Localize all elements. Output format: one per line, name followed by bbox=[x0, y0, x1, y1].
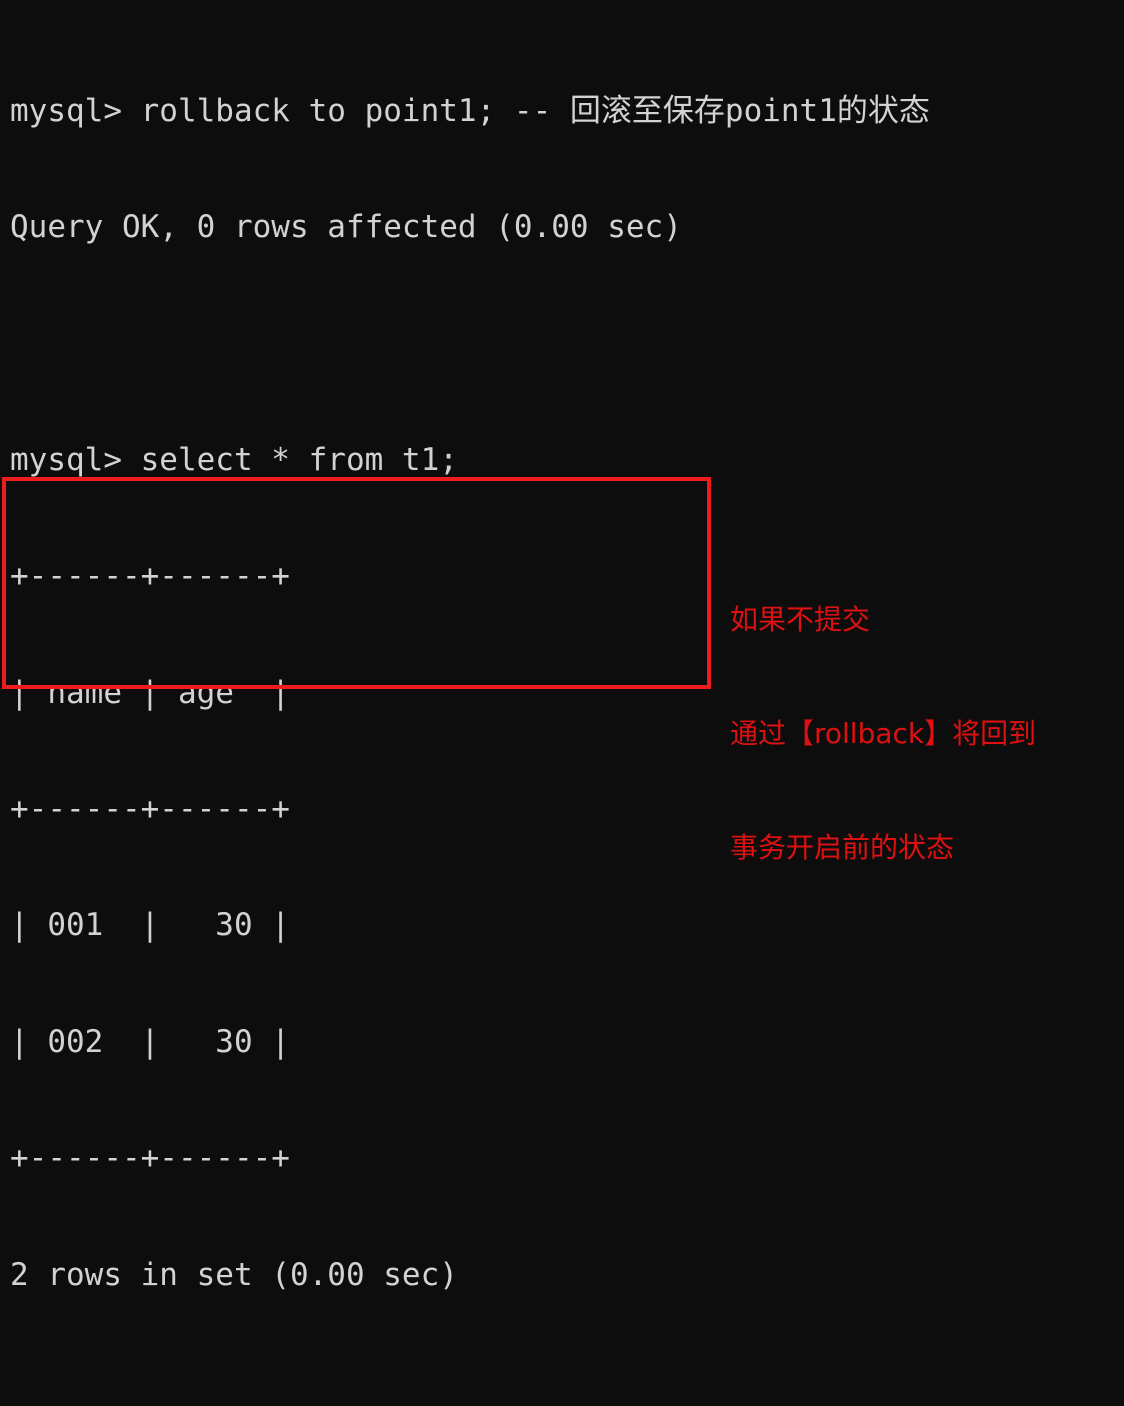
terminal-line-select-1: mysql> select * from t1; bbox=[10, 441, 458, 478]
table-row: | 002 | 30 | bbox=[10, 1023, 290, 1060]
terminal-line-rows-in-set: 2 rows in set (0.00 sec) bbox=[10, 1256, 458, 1293]
terminal-line-blank-1 bbox=[10, 324, 1120, 363]
terminal-line-query-ok-1: Query OK, 0 rows affected (0.00 sec) bbox=[10, 208, 682, 245]
annotation-line-3: 事务开启前的状态 bbox=[730, 831, 955, 864]
terminal-line-blank-2 bbox=[10, 1372, 1120, 1406]
terminal-line-rollback-to-point1: mysql> rollback to point1; -- 回滚至保存point… bbox=[10, 92, 930, 129]
annotation-line-1: 如果不提交 bbox=[730, 603, 871, 636]
table-border-bottom: +------+------+ bbox=[10, 1140, 290, 1177]
terminal-screen: mysql> rollback to point1; -- 回滚至保存point… bbox=[0, 0, 1124, 1293]
annotation-line-2: 通过【rollback】将回到 bbox=[730, 717, 1037, 750]
annotation-note: 如果不提交 通过【rollback】将回到 事务开启前的状态 bbox=[730, 525, 1120, 943]
